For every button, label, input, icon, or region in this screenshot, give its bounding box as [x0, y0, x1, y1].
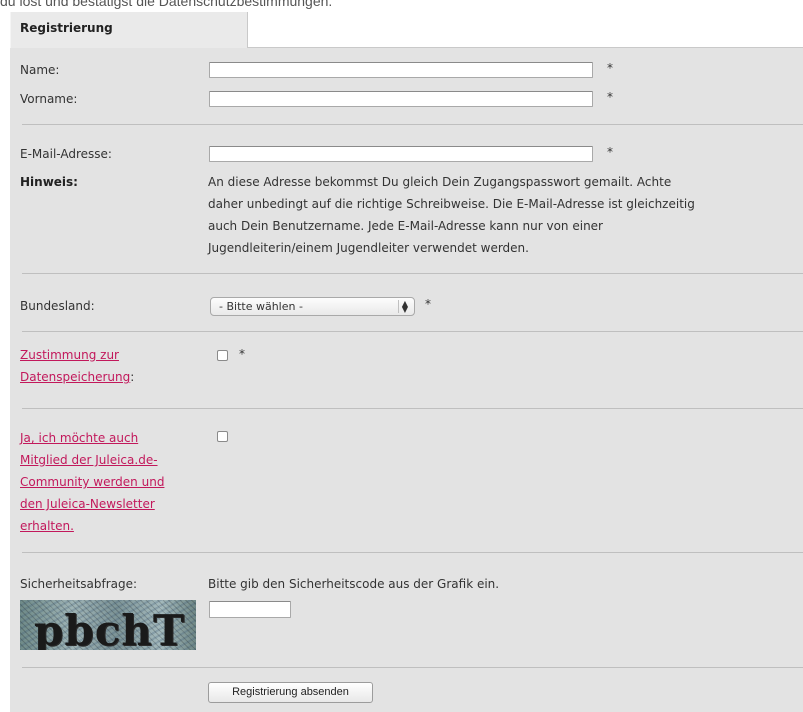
submit-button[interactable]: Registrierung absenden — [208, 682, 373, 703]
tab-strip-background — [248, 12, 803, 48]
hinweis-label: Hinweis: — [20, 175, 78, 189]
divider — [22, 331, 803, 332]
captcha-image: pbchT — [20, 600, 196, 650]
zustimmung-colon: : — [130, 370, 135, 384]
bundesland-required-mark: * — [425, 297, 431, 311]
divider — [22, 408, 803, 409]
bundesland-label: Bundesland: — [20, 299, 95, 313]
zustimmung-link[interactable]: Datenspeicherung — [20, 370, 130, 384]
newsletter-link[interactable]: Community werden und — [20, 475, 164, 489]
zustimmung-required-mark: * — [239, 347, 245, 361]
security-label: Sicherheitsabfrage: — [20, 577, 138, 591]
divider — [22, 552, 803, 553]
newsletter-link[interactable]: erhalten. — [20, 519, 74, 533]
name-field[interactable] — [209, 62, 593, 78]
intro-text: du löst und bestätigst die Datenschutzbe… — [0, 0, 333, 9]
name-required-mark: * — [607, 61, 613, 75]
bundesland-selected-value: - Bitte wählen - — [219, 300, 303, 313]
newsletter-link[interactable]: den Juleica-Newsletter — [20, 497, 155, 511]
divider — [22, 667, 803, 668]
email-required-mark: * — [607, 145, 613, 159]
name-label: Name: — [20, 63, 60, 77]
newsletter-label: Ja, ich möchte auch Mitglied der Juleica… — [20, 427, 164, 537]
hinweis-line: An diese Adresse bekommst Du gleich Dein… — [208, 175, 672, 189]
security-instruction: Bitte gib den Sicherheitscode aus der Gr… — [208, 577, 500, 591]
select-arrows-icon: ▲ ▼ — [398, 300, 411, 314]
newsletter-link[interactable]: Ja, ich möchte auch — [20, 431, 138, 445]
vorname-required-mark: * — [607, 90, 613, 104]
tab-registrierung[interactable]: Registrierung — [10, 12, 248, 48]
divider — [22, 124, 803, 125]
hinweis-line: Jugendleiterin/einem Jugendleiter verwen… — [208, 241, 529, 255]
vorname-label: Vorname: — [20, 92, 78, 106]
bundesland-select[interactable]: - Bitte wählen - ▲ ▼ — [210, 297, 415, 316]
hinweis-line: auch Dein Benutzername. Jede E-Mail-Adre… — [208, 219, 603, 233]
captcha-text: pbchT — [34, 606, 186, 650]
email-field[interactable] — [209, 146, 593, 162]
email-label: E-Mail-Adresse: — [20, 147, 112, 161]
tab-underline — [248, 47, 803, 48]
hinweis-line: daher unbedingt auf die richtige Schreib… — [208, 197, 695, 211]
newsletter-checkbox[interactable] — [217, 431, 228, 442]
zustimmung-checkbox[interactable] — [217, 350, 228, 361]
vorname-field[interactable] — [209, 91, 593, 107]
security-code-field[interactable] — [209, 601, 291, 618]
newsletter-link[interactable]: Mitglied der Juleica.de- — [20, 453, 158, 467]
zustimmung-link[interactable]: Zustimmung zur — [20, 348, 119, 362]
zustimmung-label: Zustimmung zur Datenspeicherung: — [20, 344, 134, 388]
divider — [22, 273, 803, 274]
